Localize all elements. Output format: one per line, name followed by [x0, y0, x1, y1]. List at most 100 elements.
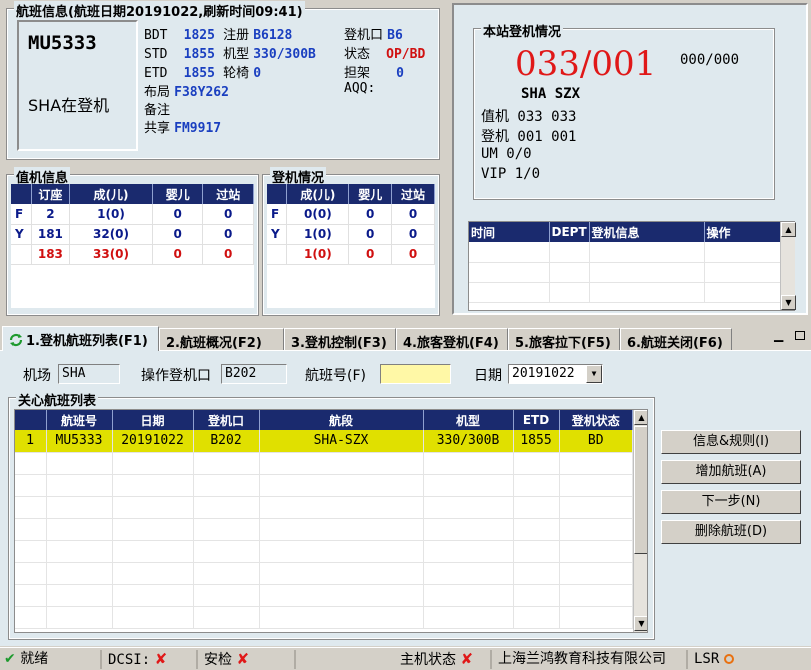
status-dcsi-label: DCSI: [108, 652, 151, 668]
watch-header: 日期 [112, 410, 194, 430]
status-security-label: 安检 [204, 652, 232, 668]
checkin-header: 订座 [31, 184, 71, 204]
status-host: 主机状态 ✘ [396, 650, 492, 669]
watch-list[interactable]: 航班号 日期 登机口 航段 机型 ETD 登机状态 1 MU5333 20191… [14, 409, 648, 633]
table-cell: F [11, 204, 32, 225]
watch-header [15, 410, 47, 430]
table-cell: 0 [152, 244, 204, 265]
std-row: STD 1855 机型 330/300B [144, 43, 316, 62]
status-lsr: LSR [690, 650, 811, 669]
bdt-row: BDT 1825 注册 B6128 [144, 24, 292, 43]
table-cell: 183 [31, 244, 71, 265]
table-cell: Y [267, 224, 288, 245]
table-cell: 0 [391, 204, 435, 225]
table-cell: 0 [391, 224, 435, 245]
gate-filter-field[interactable]: B202 [221, 364, 287, 384]
log-header: DEPT [549, 222, 590, 242]
tab-passenger-boarding[interactable]: 4.旅客登机(F4) [396, 328, 508, 351]
wheelchair-label: 轮椅 [223, 66, 250, 81]
bdt-value: 1825 [183, 28, 215, 43]
std-value: 1855 [183, 47, 215, 62]
table-cell: 0 [202, 204, 254, 225]
table-cell: 0 [202, 244, 254, 265]
status-host-label: 主机状态 [400, 652, 456, 668]
watch-header: 航班号 [46, 410, 113, 430]
reg-label: 注册 [223, 28, 250, 43]
table-cell: 0 [348, 204, 393, 225]
tab-label: 1.登机航班列表(F1) [26, 334, 148, 349]
next-step-button[interactable]: 下一步(N) [661, 490, 801, 514]
table-cell: 0 [152, 224, 204, 245]
table-cell: 1(0) [286, 244, 350, 265]
info-rules-button[interactable]: 信息&规则(I) [661, 430, 801, 454]
tab-flight-close[interactable]: 6.航班关闭(F6) [620, 328, 732, 351]
table-cell: 1855 [513, 430, 560, 453]
table-cell: B202 [193, 430, 260, 453]
chevron-down-icon[interactable]: ▼ [586, 365, 602, 383]
stretcher-label: 担架 [344, 66, 371, 81]
boarding-header: 成(儿) [286, 184, 350, 204]
table-cell: BD [559, 430, 633, 453]
error-x-icon: ✘ [460, 650, 474, 668]
delete-flight-button[interactable]: 删除航班(D) [661, 520, 801, 544]
table-cell: 0 [391, 244, 435, 265]
scroll-down-icon[interactable]: ▼ [634, 616, 647, 631]
table-row-total: 1(0) 0 0 [267, 244, 435, 265]
table-row[interactable]: 1 MU5333 20191022 B202 SHA-SZX 330/300B … [15, 430, 633, 453]
airport-label: 机场 [23, 368, 51, 384]
flight-number-input[interactable] [380, 364, 451, 384]
boarding-log-list[interactable]: 时间 DEPT 登机信息 操作 ▲ ▼ [468, 221, 796, 311]
maximize-icon[interactable] [795, 331, 805, 340]
airport-field[interactable]: SHA [58, 364, 120, 384]
station-checkin-line: 值机 033 033 [481, 109, 577, 125]
table-cell: 0(0) [286, 204, 350, 225]
state-row: 状态 OP/BD [344, 43, 425, 62]
tab-passenger-offload[interactable]: 5.旅客拉下(F5) [508, 328, 620, 351]
wheelchair-value: 0 [253, 66, 262, 81]
table-cell [267, 244, 288, 265]
tab-flight-list[interactable]: 1.登机航班列表(F1) [2, 326, 159, 351]
table-cell: 0 [152, 204, 204, 225]
station-um-line: UM 0/0 [481, 146, 532, 162]
tab-boarding-control[interactable]: 3.登机控制(F3) [284, 328, 396, 351]
model-value: 330/300B [253, 47, 316, 62]
etd-value: 1855 [183, 66, 215, 81]
tab-label: 5.旅客拉下(F5) [515, 336, 611, 351]
watch-header: 登机口 [193, 410, 260, 430]
table-row: Y 181 32(0) 0 0 [11, 224, 254, 245]
table-cell: MU5333 [46, 430, 113, 453]
minimize-icon[interactable]: ▁ [774, 328, 783, 342]
add-flight-button[interactable]: 增加航班(A) [661, 460, 801, 484]
top-area: 航班信息(航班日期20191022,刷新时间09:41) MU5333 SHA在… [0, 0, 811, 325]
watch-scrollbar[interactable]: ▲ ▼ [633, 410, 647, 632]
scroll-up-icon[interactable]: ▲ [634, 410, 647, 425]
share-label: 共享 [144, 121, 171, 136]
flight-id-box: MU5333 SHA在登机 [17, 20, 138, 151]
flight-status-line: SHA在登机 [28, 96, 110, 115]
watch-header: ETD [513, 410, 560, 430]
table-cell: 1(0) [286, 224, 350, 245]
reg-value: B6128 [253, 28, 293, 43]
tab-flight-overview[interactable]: 2.航班概况(F2) [159, 328, 284, 351]
scroll-up-icon[interactable]: ▲ [781, 222, 796, 237]
boarding-log-table: 时间 DEPT 登机信息 操作 [469, 222, 781, 303]
stretcher-row: 担架 0 [344, 62, 404, 81]
table-row-total: 183 33(0) 0 0 [11, 244, 254, 265]
check-icon: ✔ [4, 651, 16, 667]
tab-label: 2.航班概况(F2) [166, 336, 262, 351]
watch-header: 机型 [423, 410, 514, 430]
aqq-label: AQQ: [344, 81, 376, 96]
scroll-down-icon[interactable]: ▼ [781, 295, 796, 310]
bdt-label: BDT [144, 28, 168, 43]
flight-number: MU5333 [28, 32, 97, 54]
state-label: 状态 [344, 47, 371, 62]
table-cell: 20191022 [112, 430, 194, 453]
etd-row: ETD 1855 轮椅 0 [144, 62, 261, 81]
log-scrollbar[interactable]: ▲ ▼ [780, 222, 796, 310]
checkin-header: 婴儿 [152, 184, 204, 204]
scroll-thumb[interactable] [634, 426, 647, 554]
table-cell [11, 244, 32, 265]
tab-label: 3.登机控制(F3) [291, 336, 387, 351]
date-select[interactable]: 20191022 ▼ [508, 364, 603, 384]
table-row: Y 1(0) 0 0 [267, 224, 435, 245]
